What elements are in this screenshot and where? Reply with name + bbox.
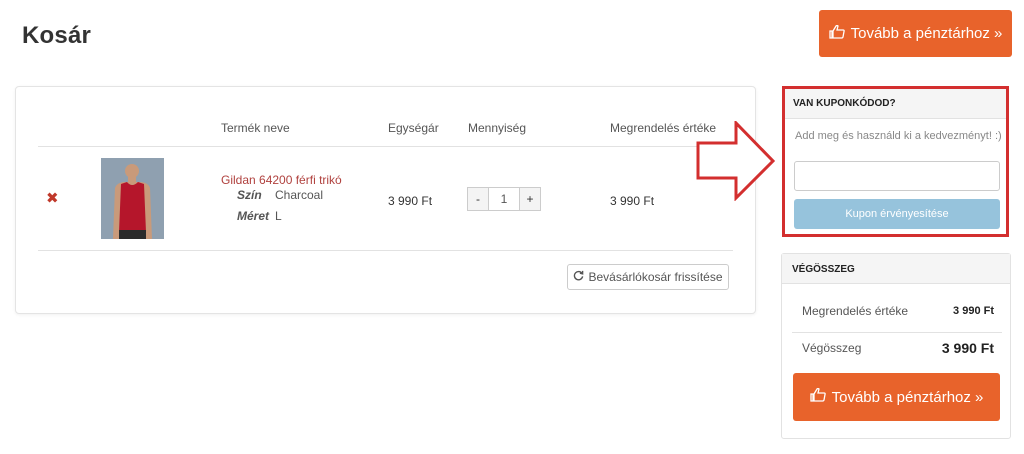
column-header-name: Termék neve [221, 121, 290, 135]
refresh-icon [573, 270, 584, 284]
cart-table-header: Termék neve Egységár Mennyiség Megrendel… [38, 87, 733, 147]
coupon-title: VAN KUPONKÓDOD? [785, 89, 1006, 119]
refresh-cart-label: Bevásárlókosár frissítése [588, 270, 723, 284]
checkout-button-bottom[interactable]: Tovább a pénztárhoz » [793, 373, 1000, 421]
apply-coupon-button[interactable]: Kupon érvényesítése [794, 199, 1000, 229]
remove-item-icon[interactable]: ✖ [46, 189, 59, 207]
color-label: Szín [237, 188, 262, 202]
column-header-quantity: Mennyiség [468, 121, 527, 135]
column-header-unit-price: Egységár [388, 121, 439, 135]
color-value: Charcoal [275, 188, 324, 202]
quantity-decrease-button[interactable]: - [467, 187, 489, 211]
cart-panel: Termék neve Egységár Mennyiség Megrendel… [15, 86, 756, 314]
arrow-right-icon [696, 119, 776, 206]
totals-box: VÉGÖSSZEG Megrendelés értéke 3 990 Ft Vé… [781, 253, 1011, 439]
checkout-button-label: Tovább a pénztárhoz » [831, 388, 984, 406]
hand-pointing-icon [809, 387, 826, 406]
checkout-button-top[interactable]: Tovább a pénztárhoz » [819, 10, 1012, 57]
order-value-amount: 3 990 Ft [953, 305, 994, 317]
row-total: 3 990 Ft [610, 194, 655, 208]
product-color: Szín Charcoal [237, 188, 323, 202]
grand-total-amount: 3 990 Ft [941, 340, 994, 356]
checkout-button-label: Tovább a pénztárhoz » [850, 25, 1003, 42]
totals-title: VÉGÖSSZEG [782, 254, 1010, 284]
product-name-link[interactable]: Gildan 64200 férfi trikó [221, 173, 342, 187]
quantity-increase-button[interactable]: + [519, 187, 541, 211]
coupon-box: VAN KUPONKÓDOD? Add meg és használd ki a… [782, 86, 1009, 237]
size-label: Méret [237, 209, 270, 223]
coupon-code-input[interactable] [794, 161, 1000, 191]
hand-pointing-icon [828, 24, 845, 43]
grand-total-label: Végösszeg [802, 341, 862, 355]
table-row: ✖ Gildan 64200 férfi trikó Szín Charcoal … [38, 147, 733, 251]
quantity-stepper: - 1 + [467, 187, 541, 211]
quantity-input[interactable]: 1 [489, 187, 519, 211]
size-value: L [275, 209, 282, 223]
refresh-cart-button[interactable]: Bevásárlókosár frissítése [567, 264, 729, 290]
coupon-description: Add meg és használd ki a kedvezményt! :) [795, 130, 1002, 142]
product-image[interactable] [101, 158, 164, 239]
order-value-row: Megrendelés értéke 3 990 Ft [792, 304, 1002, 318]
totals-divider [792, 332, 1002, 333]
product-size: Méret L [237, 209, 282, 223]
grand-total-row: Végösszeg 3 990 Ft [792, 340, 1002, 356]
order-value-label: Megrendelés értéke [802, 304, 909, 318]
page-title: Kosár [22, 22, 92, 49]
unit-price: 3 990 Ft [388, 194, 433, 208]
